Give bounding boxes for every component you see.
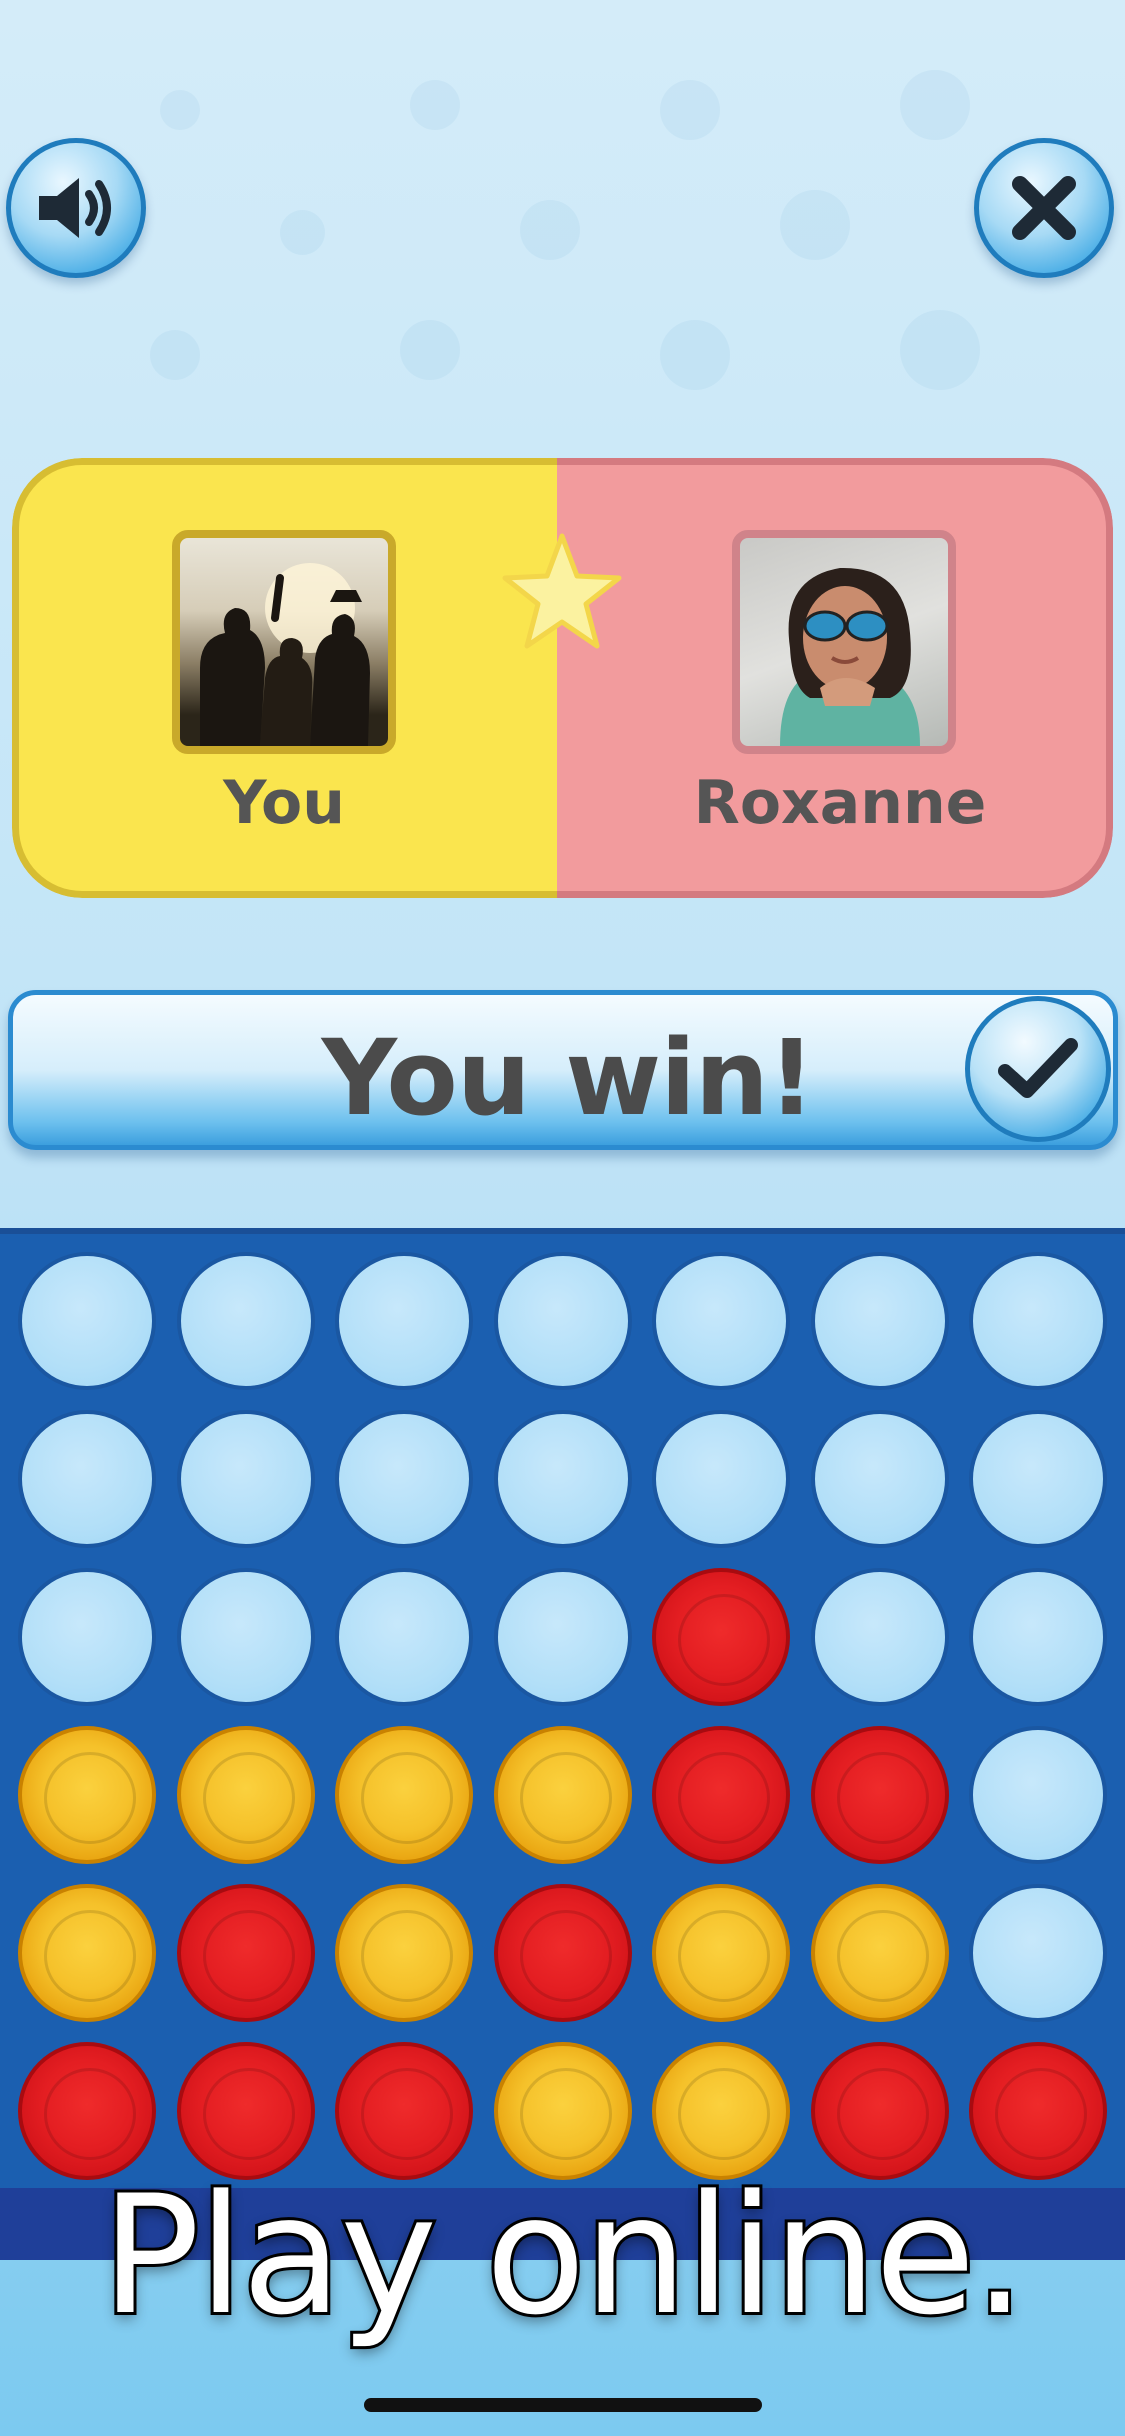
board-cell-r2-c3[interactable] (335, 1410, 473, 1548)
bg-dot (660, 320, 730, 390)
star-icon (502, 533, 622, 649)
speaker-icon (39, 178, 111, 238)
board-cell-r1-c7[interactable] (969, 1252, 1107, 1390)
board-cell-r3-c6[interactable] (810, 1568, 949, 1706)
bg-dot (780, 190, 850, 260)
board-cell-r5-c3-yellow-disc[interactable] (335, 1884, 473, 2022)
board-cell-r4-c2-yellow-disc[interactable] (176, 1726, 315, 1864)
board-cell-r3-c7[interactable] (969, 1568, 1107, 1706)
bg-dot (160, 90, 200, 130)
avatar-opponent-image (780, 567, 920, 746)
bg-dot (410, 80, 460, 130)
checkmark-icon (998, 1038, 1078, 1098)
board-cell-r2-c6[interactable] (810, 1410, 949, 1548)
board-cell-r5-c4-red-disc[interactable] (493, 1884, 632, 2022)
bg-dot (660, 80, 720, 140)
players-panel: You Roxanne (12, 458, 1113, 898)
bg-dot (280, 210, 325, 255)
bg-dot (400, 320, 460, 380)
board-cell-r3-c5-red-disc[interactable] (652, 1568, 790, 1706)
result-banner: You win! (8, 990, 1118, 1150)
board-cell-r4-c6-red-disc[interactable] (810, 1726, 949, 1864)
board-cell-r3-c4[interactable] (493, 1568, 632, 1706)
close-icon (1012, 176, 1076, 240)
board-cell-r1-c4[interactable] (493, 1252, 632, 1390)
board-cell-r5-c7[interactable] (969, 1884, 1107, 2022)
sound-button[interactable] (6, 138, 146, 278)
avatar-you-image (200, 563, 370, 746)
board-cell-r5-c1-yellow-disc[interactable] (18, 1884, 156, 2022)
tagline: Play online. (98, 2157, 1029, 2354)
board-cell-r3-c2[interactable] (176, 1568, 315, 1706)
board-cell-r2-c7[interactable] (969, 1410, 1107, 1548)
board-cell-r2-c5[interactable] (652, 1410, 790, 1548)
board-cell-r1-c2[interactable] (176, 1252, 315, 1390)
home-indicator[interactable] (364, 2398, 762, 2412)
avatar-opponent (732, 530, 956, 754)
board-cell-r4-c3-yellow-disc[interactable] (335, 1726, 473, 1864)
player-you-name: You (223, 768, 345, 838)
board-cell-r2-c2[interactable] (176, 1410, 315, 1548)
board-cell-r4-c1-yellow-disc[interactable] (18, 1726, 156, 1864)
game-board[interactable] (0, 1228, 1125, 2188)
board-cell-r2-c1[interactable] (18, 1410, 156, 1548)
result-text: You win! (321, 1017, 816, 1139)
bg-dot (900, 70, 970, 140)
board-cell-r1-c3[interactable] (335, 1252, 473, 1390)
board-cell-r4-c7[interactable] (969, 1726, 1107, 1864)
board-cell-r5-c5-yellow-disc[interactable] (652, 1884, 790, 2022)
board-cell-r1-c1[interactable] (18, 1252, 156, 1390)
board-cell-r4-c4-yellow-disc[interactable] (493, 1726, 632, 1864)
bg-dot (520, 200, 580, 260)
board-cell-r1-c6[interactable] (810, 1252, 949, 1390)
close-button[interactable] (974, 138, 1114, 278)
player-opponent-name: Roxanne (693, 768, 987, 838)
confirm-button[interactable] (965, 996, 1111, 1142)
avatar-you (172, 530, 396, 754)
board-cell-r3-c3[interactable] (335, 1568, 473, 1706)
bg-dot (900, 310, 980, 390)
board-cell-r3-c1[interactable] (18, 1568, 156, 1706)
board-cell-r5-c6-yellow-disc[interactable] (810, 1884, 949, 2022)
board-cell-r2-c4[interactable] (493, 1410, 632, 1548)
board-cell-r5-c2-red-disc[interactable] (176, 1884, 315, 2022)
board-cell-r1-c5[interactable] (652, 1252, 790, 1390)
board-cell-r4-c5-red-disc[interactable] (652, 1726, 790, 1864)
bg-dot (150, 330, 200, 380)
